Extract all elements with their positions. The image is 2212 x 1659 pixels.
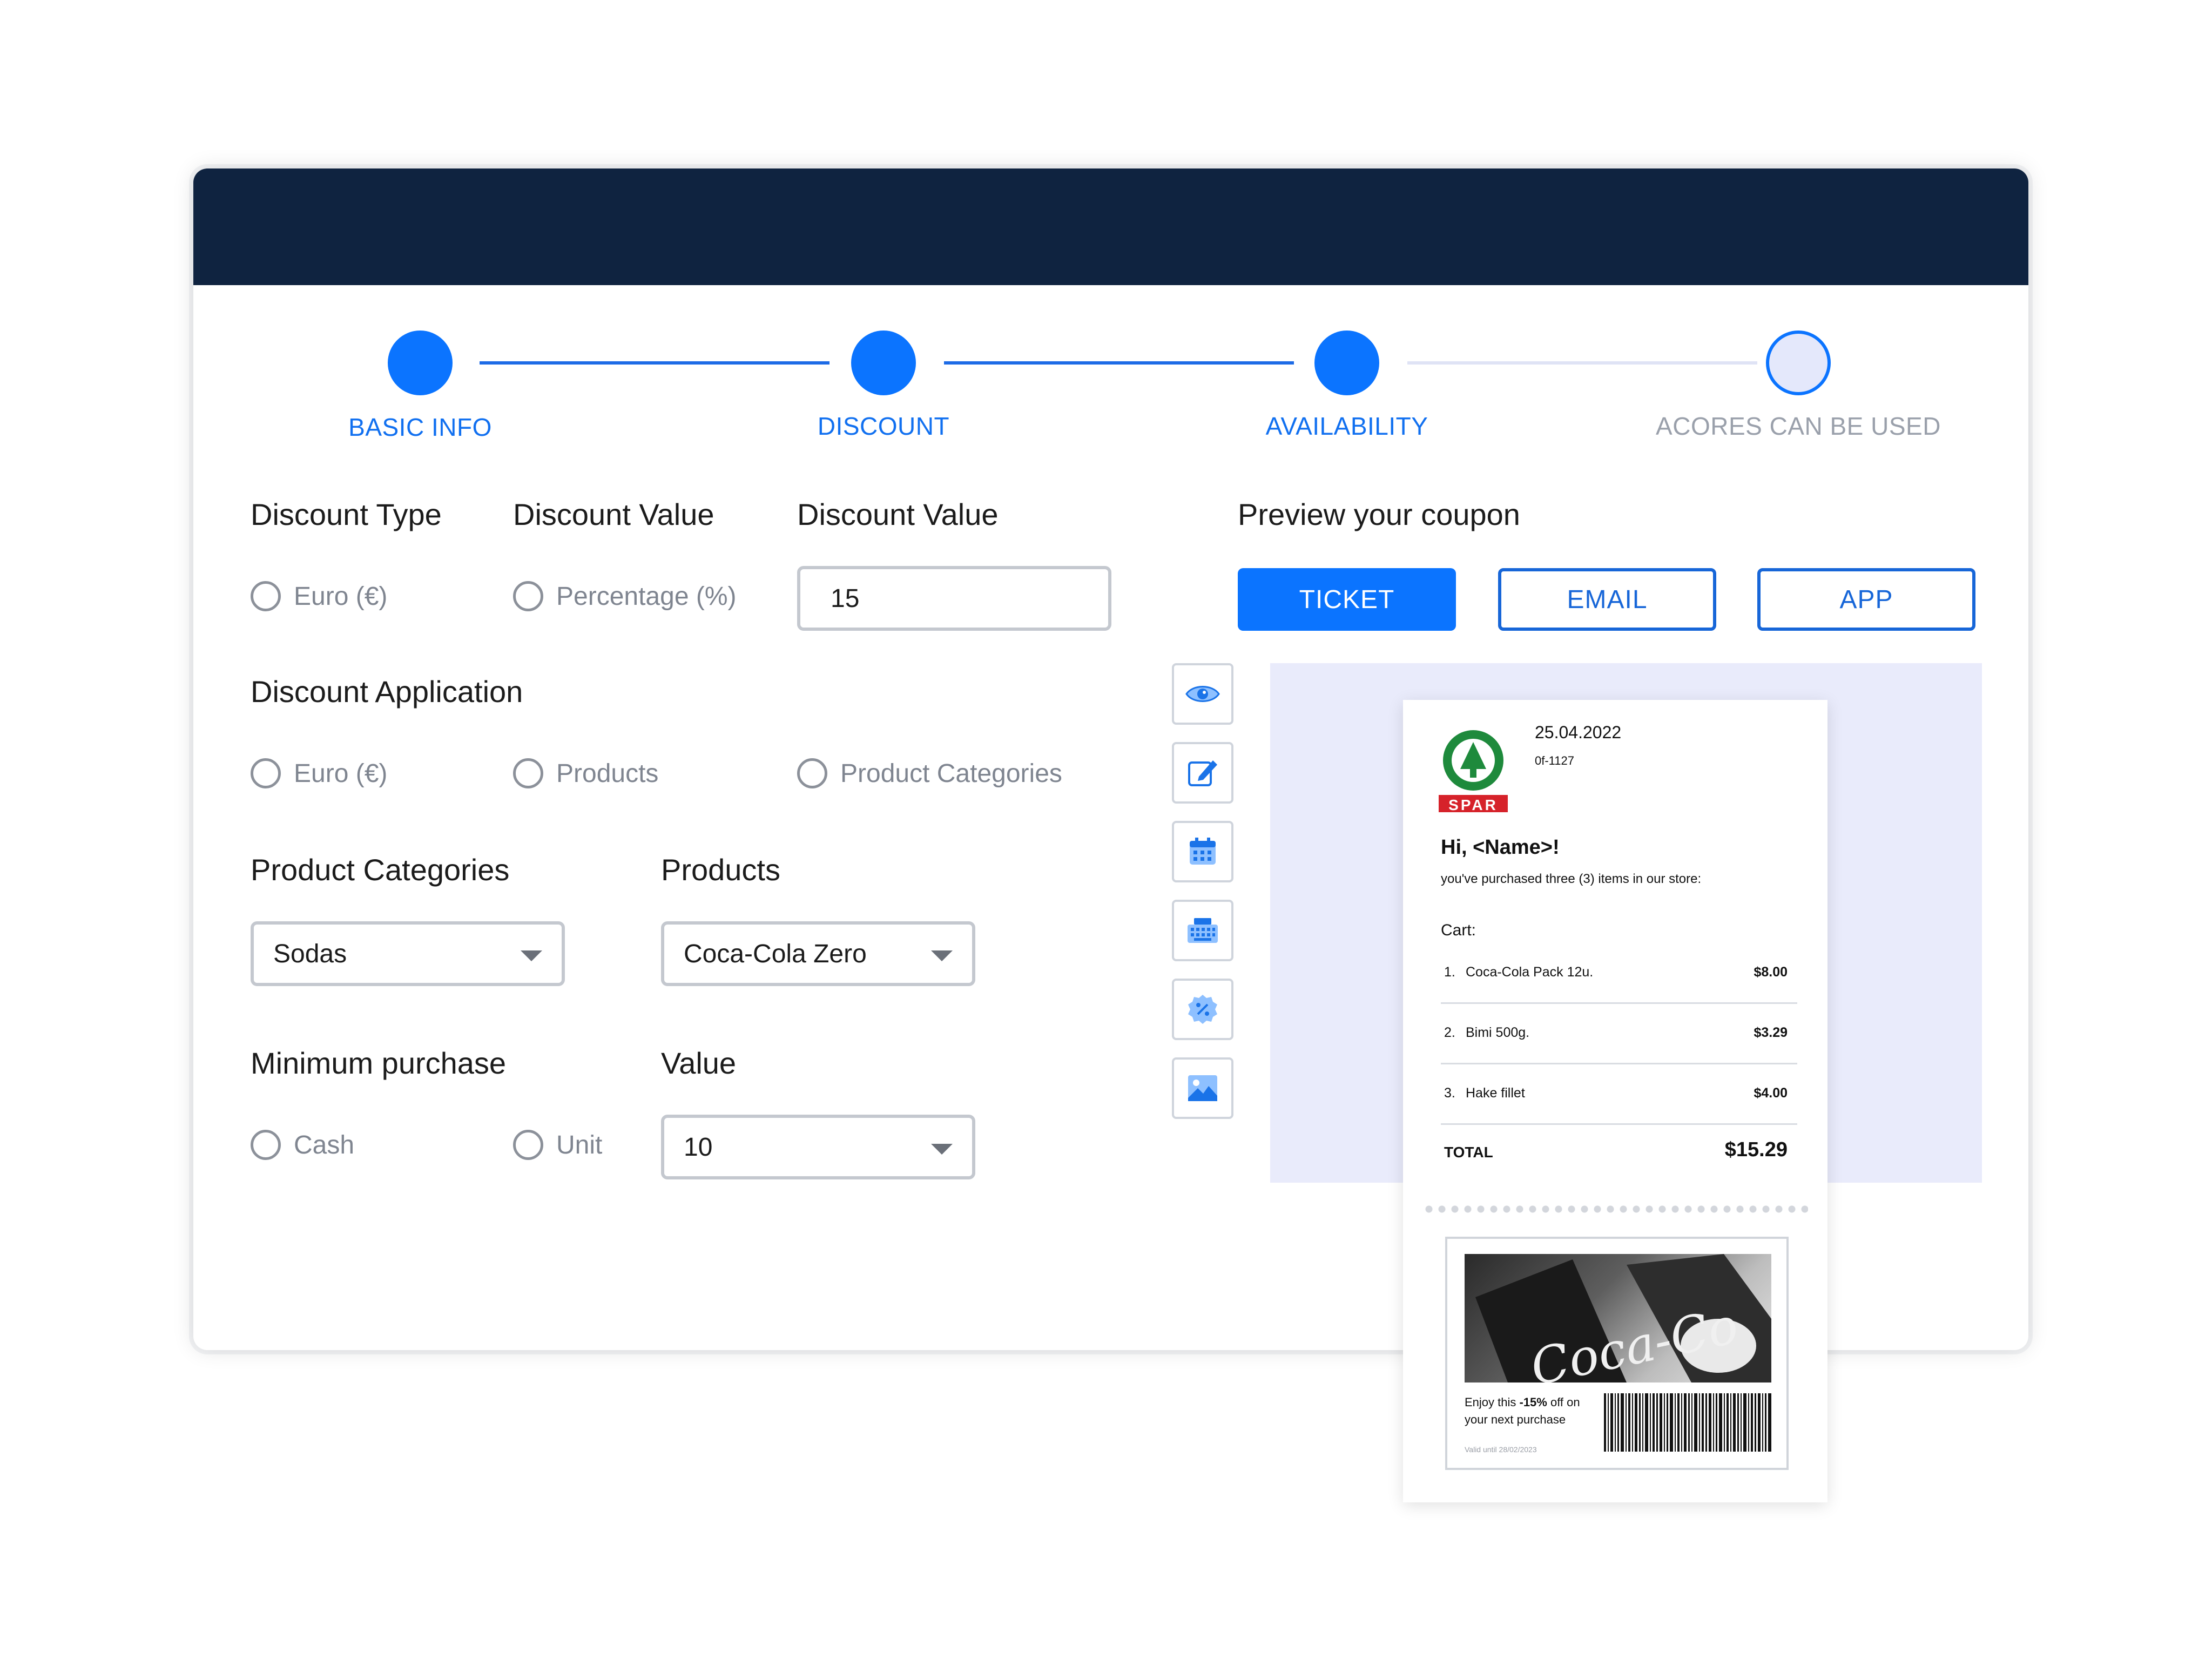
step-availability-dot[interactable] [1314,331,1379,395]
preview-ticket-button[interactable]: TICKET [1238,568,1456,631]
cart-item-num: 3. [1444,1085,1455,1101]
radio-label: Euro (€) [294,582,388,611]
step-connector [944,361,1294,365]
discount-badge-icon [1188,995,1217,1024]
coupon-card: Coca-Co Enjoy this -15% off on your next… [1445,1237,1789,1470]
spar-logo-text: SPAR [1448,797,1498,813]
radio-unit[interactable]: Unit [513,1130,602,1160]
coupon-valid-until: Valid until 28/02/2023 [1465,1445,1537,1454]
coupon-discount: -15% [1519,1395,1547,1409]
radio-application-products[interactable]: Products [513,758,658,788]
caret-down-icon[interactable] [931,950,953,961]
calendar-icon [1190,838,1216,865]
product-categories-heading: Product Categories [251,853,510,887]
discount-application-heading: Discount Application [251,675,523,709]
product-categories-select[interactable]: Sodas [251,921,565,986]
perforation-divider [1422,1205,1808,1213]
step-basic-info-dot[interactable] [388,331,453,395]
receipt-date: 25.04.2022 [1535,723,1622,742]
row-divider [1441,1063,1797,1064]
receipt-ref: 0f-1127 [1535,754,1574,767]
product-image: Coca-Co [1465,1254,1771,1382]
discount-value-input[interactable]: 15 [797,566,1111,631]
radio-circle[interactable] [251,581,281,611]
radio-percentage[interactable]: Percentage (%) [513,581,737,611]
discount-type-heading: Discount Type [251,497,442,531]
cart-item-name: Coca-Cola Pack 12u. [1466,965,1594,980]
edit-tool-button[interactable] [1172,742,1233,804]
cart-item-price: $3.29 [1754,1025,1788,1040]
radio-circle[interactable] [513,1130,543,1160]
step-label-discount[interactable]: DISCOUNT [721,412,1046,441]
keyboard-icon [1188,918,1218,943]
step-label-acores[interactable]: ACORES CAN BE USED [1636,412,1960,441]
eye-icon [1185,686,1220,702]
row-divider [1441,1002,1797,1004]
cart-item-price: $8.00 [1754,965,1788,980]
products-heading: Products [661,853,780,887]
step-connector [480,361,830,365]
cart-item-num: 2. [1444,1025,1455,1040]
minimum-purchase-heading: Minimum purchase [251,1046,507,1080]
radio-label: Cash [294,1130,355,1159]
cart-item-name: Hake fillet [1466,1085,1525,1101]
preview-app-button[interactable]: APP [1757,568,1975,631]
cart-item-name: Bimi 500g. [1466,1025,1530,1040]
receipt-greeting: Hi, <Name>! [1441,836,1560,859]
caret-down-icon[interactable] [521,950,542,961]
select-value: Coca-Cola Zero [684,939,867,968]
radio-circle[interactable] [513,758,543,788]
value-heading: Value [661,1046,737,1080]
radio-label: Unit [556,1130,603,1159]
radio-label: Percentage (%) [556,582,737,611]
step-acores-dot[interactable] [1766,331,1831,395]
image-icon [1188,1075,1217,1101]
select-value: Sodas [273,939,347,968]
radio-circle[interactable] [797,758,827,788]
calendar-tool-button[interactable] [1172,821,1233,882]
radio-circle[interactable] [251,1130,281,1160]
receipt-preview: SPAR 25.04.2022 0f-1127 Hi, <Name>! you'… [1403,700,1827,1502]
products-select[interactable]: Coca-Cola Zero [661,921,975,986]
barcode-icon [1604,1393,1771,1452]
coupon-text: Enjoy this -15% off on [1465,1395,1580,1410]
edit-icon [1188,760,1217,786]
coupon-text-part: Enjoy this [1465,1395,1520,1409]
radio-euro[interactable]: Euro (€) [251,581,387,611]
top-bar [193,168,2028,285]
caret-down-icon[interactable] [931,1144,953,1155]
preview-tool-button[interactable] [1172,663,1233,725]
radio-cash[interactable]: Cash [251,1130,354,1160]
select-value: 10 [684,1132,713,1162]
step-label-availability[interactable]: AVAILABILITY [1185,412,1509,441]
radio-label: Euro (€) [294,759,388,788]
step-label-basic-info[interactable]: BASIC INFO [258,413,582,442]
preview-heading: Preview your coupon [1238,497,1520,531]
cart-item-price: $4.00 [1754,1085,1788,1101]
radio-application-euro[interactable]: Euro (€) [251,758,387,788]
preview-email-button[interactable]: EMAIL [1498,568,1716,631]
radio-label: Products [556,759,659,788]
step-discount-dot[interactable] [851,331,916,395]
cart-label: Cart: [1441,921,1476,939]
coupon-text-part: off on [1547,1395,1580,1409]
coupon-text-line2: your next purchase [1465,1413,1566,1426]
image-tool-button[interactable] [1172,1057,1233,1119]
progress-stepper: BASIC INFO DISCOUNT AVAILABILITY ACORES … [193,331,2028,466]
radio-application-categories[interactable]: Product Categories [797,758,1062,788]
radio-circle[interactable] [513,581,543,611]
discount-tool-button[interactable] [1172,979,1233,1040]
radio-label: Product Categories [840,759,1062,788]
cart-item-num: 1. [1444,965,1455,980]
discount-value-heading: Discount Value [513,497,714,531]
receipt-subtitle: you've purchased three (3) items in our … [1441,872,1702,886]
step-connector [1407,361,1757,365]
value-select[interactable]: 10 [661,1115,975,1179]
radio-circle[interactable] [251,758,281,788]
total-value: $15.29 [1724,1138,1788,1161]
total-label: TOTAL [1444,1144,1493,1161]
discount-value-input-heading: Discount Value [797,497,999,531]
row-divider [1441,1123,1797,1125]
keyboard-tool-button[interactable] [1172,900,1233,961]
